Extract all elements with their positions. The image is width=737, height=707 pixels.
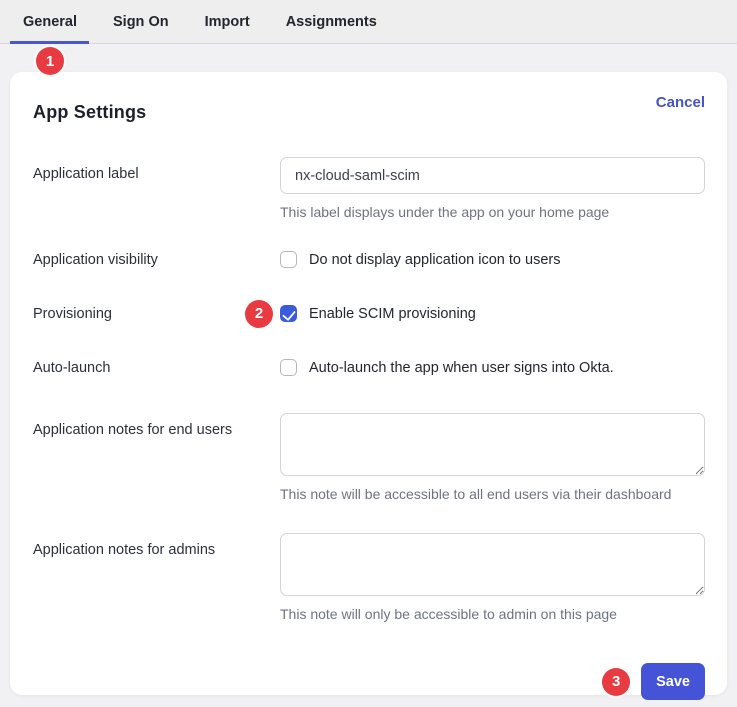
tab-import[interactable]: Import	[205, 0, 250, 44]
auto-launch-checkbox-wrap: Auto-launch the app when user signs into…	[280, 359, 705, 376]
row-notes-end-users: Application notes for end users This not…	[33, 413, 705, 502]
application-label-input[interactable]	[280, 157, 705, 194]
tab-import-label: Import	[205, 14, 250, 30]
app-settings-card: App Settings Cancel Application label Th…	[10, 72, 727, 695]
notes-end-users-textarea[interactable]	[280, 413, 705, 476]
notes-end-users-label: Application notes for end users	[33, 413, 280, 438]
auto-launch-checkbox[interactable]	[280, 359, 297, 376]
cancel-link[interactable]: Cancel	[656, 94, 705, 111]
provisioning-checkbox-label[interactable]: Enable SCIM provisioning	[309, 306, 476, 322]
tab-assignments[interactable]: Assignments	[286, 0, 377, 44]
provisioning-checkbox-wrap: 2 Enable SCIM provisioning	[280, 305, 705, 322]
annotation-badge-1: 1	[36, 47, 64, 75]
row-provisioning: Provisioning 2 Enable SCIM provisioning	[33, 305, 705, 322]
application-visibility-checkbox-label[interactable]: Do not display application icon to users	[309, 252, 560, 268]
row-application-visibility: Application visibility Do not display ap…	[33, 251, 705, 268]
provisioning-label: Provisioning	[33, 305, 280, 322]
notes-admins-helper: This note will only be accessible to adm…	[280, 606, 705, 622]
application-label-helper: This label displays under the app on you…	[280, 204, 705, 220]
row-notes-admins: Application notes for admins This note w…	[33, 533, 705, 622]
page-title: App Settings	[33, 102, 146, 123]
annotation-badge-2: 2	[245, 300, 273, 328]
application-visibility-checkbox[interactable]	[280, 251, 297, 268]
tab-bar: General Sign On Import Assignments	[0, 0, 737, 44]
application-visibility-label: Application visibility	[33, 251, 280, 268]
row-application-label: Application label This label displays un…	[33, 157, 705, 220]
card-header: App Settings Cancel	[33, 94, 705, 123]
provisioning-control: 2 Enable SCIM provisioning	[280, 305, 705, 322]
tab-sign-on[interactable]: Sign On	[113, 0, 169, 44]
notes-end-users-control: This note will be accessible to all end …	[280, 413, 705, 502]
auto-launch-checkbox-label[interactable]: Auto-launch the app when user signs into…	[309, 360, 614, 376]
tab-general[interactable]: General	[23, 0, 77, 44]
application-visibility-control: Do not display application icon to users	[280, 251, 705, 268]
application-visibility-checkbox-wrap: Do not display application icon to users	[280, 251, 705, 268]
tab-general-label: General	[23, 14, 77, 30]
provisioning-checkbox[interactable]	[280, 305, 297, 322]
page: General Sign On Import Assignments 1 App…	[0, 0, 737, 707]
row-auto-launch: Auto-launch Auto-launch the app when use…	[33, 359, 705, 376]
notes-end-users-helper: This note will be accessible to all end …	[280, 486, 705, 502]
notes-admins-control: This note will only be accessible to adm…	[280, 533, 705, 622]
auto-launch-control: Auto-launch the app when user signs into…	[280, 359, 705, 376]
notes-admins-textarea[interactable]	[280, 533, 705, 596]
application-label-control: This label displays under the app on you…	[280, 157, 705, 220]
auto-launch-label: Auto-launch	[33, 359, 280, 376]
annotation-badge-3: 3	[602, 668, 630, 696]
tab-assignments-label: Assignments	[286, 14, 377, 30]
notes-admins-label: Application notes for admins	[33, 533, 280, 558]
application-label-label: Application label	[33, 157, 280, 182]
tab-sign-on-label: Sign On	[113, 14, 169, 30]
save-button[interactable]: Save	[641, 663, 705, 700]
card-footer: 3 Save	[33, 663, 705, 700]
